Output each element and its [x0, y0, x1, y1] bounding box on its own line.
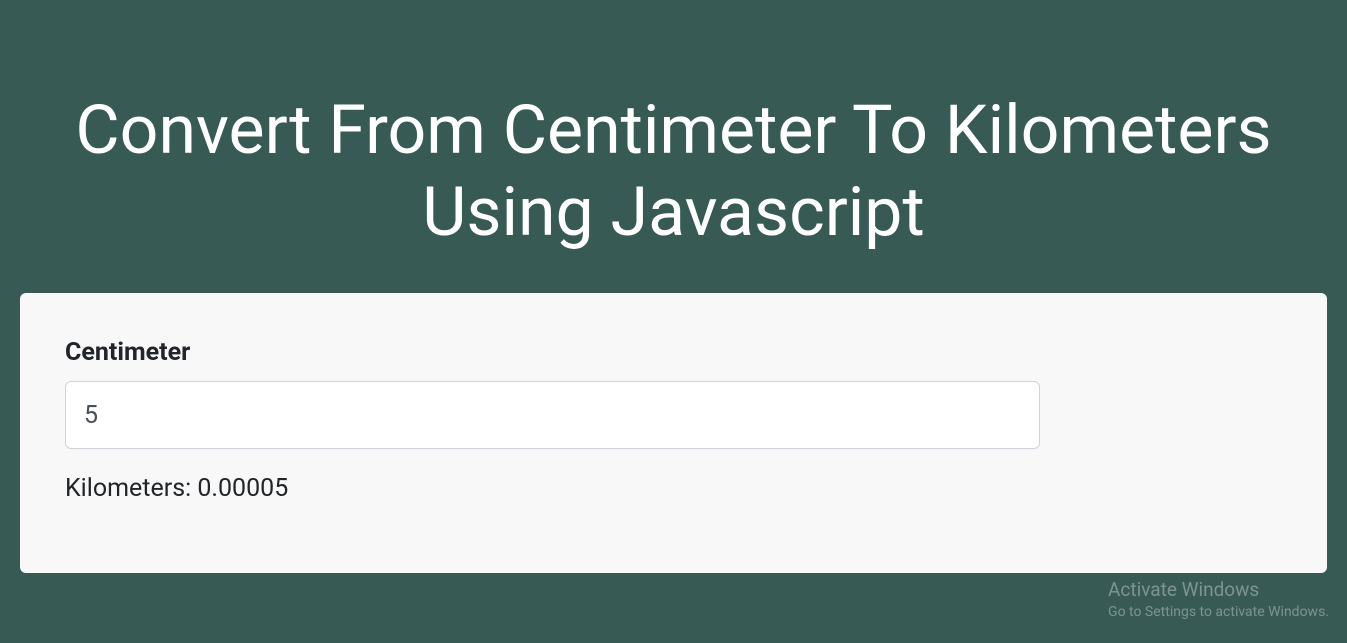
watermark-line1: Activate Windows	[1108, 577, 1329, 604]
watermark-line2: Go to Settings to activate Windows.	[1108, 603, 1329, 623]
windows-watermark: Activate Windows Go to Settings to activ…	[1108, 577, 1329, 623]
page-title: Convert From Centimeter To Kilometers Us…	[20, 0, 1327, 293]
centimeter-label: Centimeter	[65, 338, 1282, 367]
kilometers-output: Kilometers: 0.00005	[65, 474, 1282, 503]
centimeter-input[interactable]	[65, 381, 1040, 449]
converter-card: Centimeter Kilometers: 0.00005	[20, 293, 1327, 573]
